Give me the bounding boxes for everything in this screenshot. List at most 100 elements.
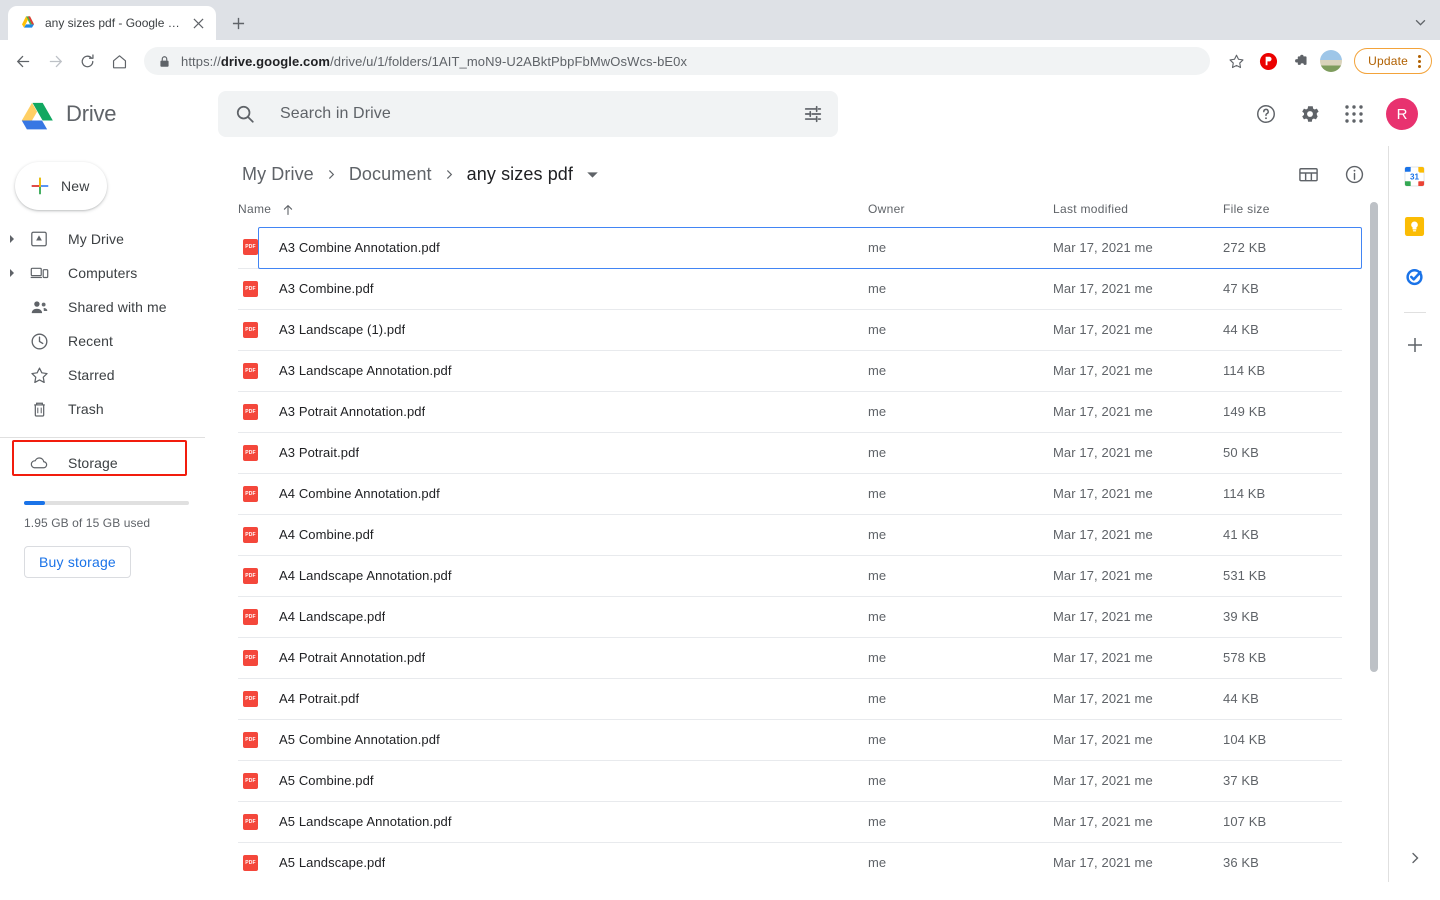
file-name[interactable]: A3 Landscape (1).pdf <box>258 322 405 337</box>
table-row[interactable]: PDF A3 Combine.pdf me Mar 17, 2021 me 47 KB <box>238 268 1342 310</box>
cell-owner: me <box>868 678 1053 720</box>
sidebar-item-starred[interactable]: Starred <box>0 358 218 392</box>
file-name[interactable]: A5 Combine.pdf <box>258 773 374 788</box>
puzzle-piece-icon[interactable] <box>1286 47 1314 75</box>
cell-file-size: 44 KB <box>1223 678 1342 720</box>
avatar[interactable]: R <box>1386 98 1418 130</box>
forward-arrow-icon[interactable] <box>40 46 70 76</box>
pdf-icon: PDF <box>243 444 258 461</box>
google-tasks-icon[interactable] <box>1397 258 1433 294</box>
star-icon[interactable] <box>1222 47 1250 75</box>
file-name[interactable]: A5 Landscape Annotation.pdf <box>258 814 452 829</box>
back-arrow-icon[interactable] <box>8 46 38 76</box>
reload-icon[interactable] <box>72 46 102 76</box>
table-row[interactable]: PDF A5 Landscape.pdf me Mar 17, 2021 me 36 K… <box>238 842 1342 882</box>
sidebar-item-shared-with-me[interactable]: Shared with me <box>0 290 218 324</box>
profile-avatar-icon[interactable] <box>1320 50 1343 72</box>
browser-tab[interactable]: any sizes pdf - Google Drive <box>8 6 216 40</box>
table-row[interactable]: PDF A4 Combine.pdf me Mar 17, 2021 me 41 KB <box>238 514 1342 556</box>
chevron-right-icon <box>438 169 461 180</box>
breadcrumb: My Drive Document any sizes pdf <box>238 161 598 188</box>
help-circle-icon[interactable] <box>1246 94 1286 134</box>
pdf-icon: PDF <box>243 526 258 543</box>
table-row[interactable]: PDF A3 Landscape Annotation.pdf me Mar 17, … <box>238 350 1342 392</box>
table-row[interactable]: PDF A5 Landscape Annotation.pdf me Mar 17, … <box>238 801 1342 843</box>
home-icon[interactable] <box>104 46 134 76</box>
sidebar-item-trash[interactable]: Trash <box>0 392 218 426</box>
cell-file-size: 47 KB <box>1223 268 1342 310</box>
breadcrumb-item-my-drive[interactable]: My Drive <box>238 161 318 188</box>
search-bar[interactable] <box>218 91 838 137</box>
close-icon[interactable] <box>190 15 206 31</box>
column-header-file-size[interactable]: File size <box>1223 202 1342 227</box>
column-header-owner[interactable]: Owner <box>868 202 1053 227</box>
pdf-icon: PDF <box>243 690 258 707</box>
file-name[interactable]: A3 Combine Annotation.pdf <box>258 240 440 255</box>
table-row[interactable]: PDF A3 Potrait Annotation.pdf me Mar 17, 20… <box>238 391 1342 433</box>
table-row[interactable]: PDF A4 Landscape Annotation.pdf me Mar 17, … <box>238 555 1342 597</box>
pdf-icon: PDF <box>243 239 258 256</box>
sidebar-item-computers[interactable]: Computers <box>0 256 218 290</box>
tune-icon[interactable] <box>802 103 824 125</box>
column-header-name[interactable]: Name <box>238 202 868 227</box>
pdf-icon: PDF <box>243 649 258 666</box>
file-name[interactable]: A3 Combine.pdf <box>258 281 374 296</box>
file-name[interactable]: A4 Potrait.pdf <box>258 691 359 706</box>
google-keep-icon[interactable] <box>1397 208 1433 244</box>
pdf-icon: PDF <box>243 280 258 297</box>
grid-view-icon[interactable] <box>1288 154 1328 194</box>
table-row[interactable]: PDF A4 Landscape.pdf me Mar 17, 2021 me 39 K… <box>238 596 1342 638</box>
file-name[interactable]: A4 Combine Annotation.pdf <box>258 486 440 501</box>
table-row[interactable]: PDF A3 Potrait.pdf me Mar 17, 2021 me 50 KB <box>238 432 1342 474</box>
update-button[interactable]: Update <box>1354 48 1432 74</box>
address-bar[interactable]: https://drive.google.com/drive/u/1/folde… <box>144 47 1211 75</box>
table-row[interactable]: PDF A4 Potrait Annotation.pdf me Mar 17, 20… <box>238 637 1342 679</box>
expand-side-panel-button[interactable] <box>1389 852 1440 864</box>
cell-file-size: 37 KB <box>1223 760 1342 802</box>
gear-icon[interactable] <box>1290 94 1330 134</box>
buy-storage-button[interactable]: Buy storage <box>24 546 131 578</box>
arrow-up-icon[interactable] <box>282 204 294 216</box>
search-input[interactable] <box>256 105 802 123</box>
drive-brand[interactable]: Drive <box>0 98 218 130</box>
file-list-scrollbar[interactable] <box>1370 202 1378 672</box>
file-name[interactable]: A3 Potrait Annotation.pdf <box>258 404 425 419</box>
file-name[interactable]: A4 Potrait Annotation.pdf <box>258 650 425 665</box>
file-name[interactable]: A4 Landscape.pdf <box>258 609 385 624</box>
table-row[interactable]: PDF A3 Combine Annotation.pdf me Mar 17, 20… <box>238 227 1362 269</box>
table-row[interactable]: PDF A4 Potrait.pdf me Mar 17, 2021 me 44 KB <box>238 678 1342 720</box>
cell-owner: me <box>868 596 1053 638</box>
caret-right-icon[interactable] <box>0 235 24 243</box>
new-button[interactable]: New <box>15 162 107 210</box>
file-name[interactable]: A3 Landscape Annotation.pdf <box>258 363 452 378</box>
add-side-panel-app-button[interactable] <box>1397 327 1433 363</box>
apps-grid-icon[interactable] <box>1334 94 1374 134</box>
cell-last-modified: Mar 17, 2021 me <box>1053 842 1223 882</box>
breadcrumb-item-document[interactable]: Document <box>345 161 436 188</box>
breadcrumb-item-current[interactable]: any sizes pdf <box>463 161 577 188</box>
sidebar-item-my-drive[interactable]: My Drive <box>0 222 218 256</box>
file-name[interactable]: A4 Landscape Annotation.pdf <box>258 568 452 583</box>
table-row[interactable]: PDF A3 Landscape (1).pdf me Mar 17, 2021 me… <box>238 309 1342 351</box>
file-name[interactable]: A5 Landscape.pdf <box>258 855 385 870</box>
sidebar-item-storage[interactable]: Storage <box>0 446 218 480</box>
cloud-icon <box>24 453 54 473</box>
table-row[interactable]: PDF A4 Combine Annotation.pdf me Mar 17, 20… <box>238 473 1342 515</box>
table-row[interactable]: PDF A5 Combine Annotation.pdf me Mar 17, 20… <box>238 719 1342 761</box>
table-row[interactable]: PDF A5 Combine.pdf me Mar 17, 2021 me 37 KB <box>238 760 1342 802</box>
file-name[interactable]: A5 Combine Annotation.pdf <box>258 732 440 747</box>
chevron-down-icon[interactable] <box>1410 12 1430 32</box>
brave-shield-icon[interactable] <box>1254 47 1282 75</box>
new-tab-button[interactable] <box>224 9 252 37</box>
file-name[interactable]: A3 Potrait.pdf <box>258 445 359 460</box>
caret-right-icon[interactable] <box>0 269 24 277</box>
tab-strip: any sizes pdf - Google Drive <box>0 0 1440 40</box>
file-name[interactable]: A4 Combine.pdf <box>258 527 374 542</box>
sidebar-item-recent[interactable]: Recent <box>0 324 218 358</box>
google-calendar-icon[interactable]: 31 <box>1397 158 1433 194</box>
caret-down-icon[interactable] <box>587 171 598 178</box>
kebab-menu-icon[interactable] <box>1414 54 1425 68</box>
column-header-last-modified[interactable]: Last modified <box>1053 202 1223 227</box>
file-table: Name Owner Last modified File size PDF A3… <box>238 202 1362 882</box>
info-circle-icon[interactable] <box>1334 154 1374 194</box>
